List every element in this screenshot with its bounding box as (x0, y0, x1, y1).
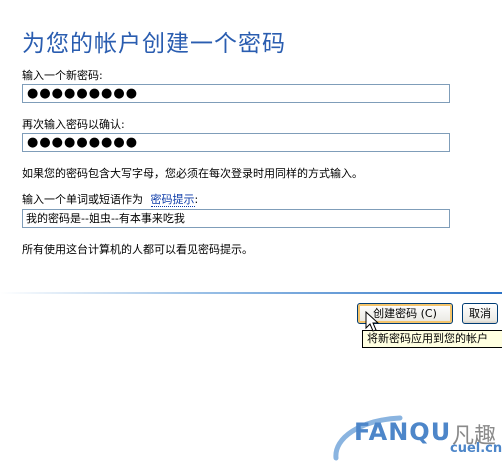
new-password-field[interactable]: ●●●●●●●●● (22, 84, 450, 103)
page-title: 为您的帐户创建一个密码 (22, 31, 286, 57)
logo-domain: cuel.cn (450, 441, 502, 456)
mouse-pointer-icon (365, 311, 380, 332)
confirm-password-label: 再次输入密码以确认: (22, 118, 125, 131)
hint-label: 输入一个单词或短语作为 (22, 193, 143, 206)
password-hint-link[interactable]: 密码提示 (150, 193, 195, 207)
new-password-label: 输入一个新密码: (22, 69, 103, 82)
fanqu-logo: FANQU 凡趣 cuel.cn (330, 408, 502, 462)
confirm-password-field[interactable]: ●●●●●●●●● (22, 133, 450, 152)
new-password-value: ●●●●●●●●● (27, 86, 139, 101)
create-password-tooltip: 将新密码应用到您的帐户 (362, 330, 502, 348)
cancel-button[interactable]: 取消 (462, 303, 498, 324)
case-sensitivity-note: 如果您的密码包含大写字母，您必须在每次登录时用同样的方式输入。 (22, 167, 363, 180)
password-hint-value: 我的密码是--姐虫--有本事来吃我 (26, 212, 185, 225)
divider (0, 292, 502, 294)
logo-brand: FANQU (354, 418, 452, 446)
hint-visibility-note: 所有使用这台计算机的人都可以看见密码提示。 (22, 243, 253, 256)
hint-label-row: 输入一个单词或短语作为 密码提示: (22, 191, 198, 207)
confirm-password-value: ●●●●●●●●● (27, 135, 139, 150)
hint-colon: : (194, 193, 199, 206)
password-hint-field[interactable]: 我的密码是--姐虫--有本事来吃我 (22, 209, 450, 228)
